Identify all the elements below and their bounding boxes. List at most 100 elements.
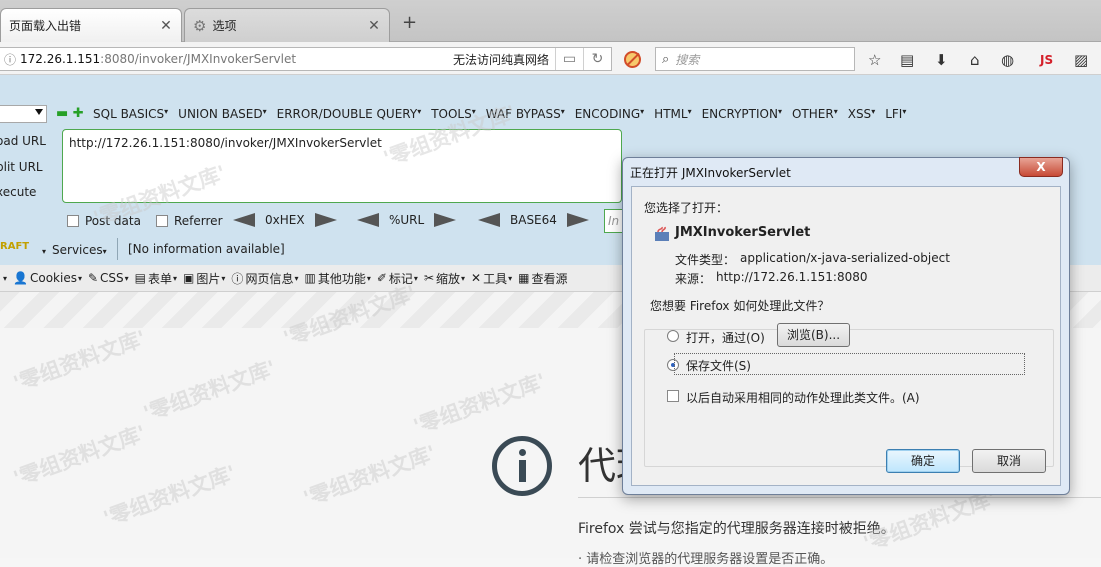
- arrow-right-icon[interactable]: [566, 213, 589, 227]
- devbar-item-forms[interactable]: ▤ 表单: [135, 270, 177, 287]
- devbar-label: 查看源: [531, 271, 568, 286]
- devbar-item-view-source[interactable]: ▦ 查看源: [518, 270, 568, 287]
- reload-icon[interactable]: ↻: [583, 48, 611, 70]
- checkbox[interactable]: [156, 215, 168, 227]
- chevron-down-icon: [35, 109, 43, 115]
- download-icon[interactable]: ⬇: [935, 51, 948, 69]
- arrow-right-icon[interactable]: [434, 213, 457, 227]
- marker-icon: ✐: [376, 271, 387, 285]
- block-icon[interactable]: [624, 51, 641, 68]
- menu-lfi[interactable]: LFI: [885, 107, 906, 121]
- devbar-item-css[interactable]: ✎ CSS: [88, 271, 129, 285]
- hackbar-select[interactable]: [0, 105, 47, 123]
- handling-question: 您想要 Firefox 如何处理此文件？: [650, 299, 830, 313]
- open-with-label[interactable]: 打开，通过(O): [686, 329, 765, 346]
- menu-error-double-query[interactable]: ERROR/DOUBLE QUERY: [277, 107, 422, 121]
- error-description: Firefox 尝试与您指定的代理服务器连接时被拒绝。: [578, 521, 895, 537]
- checkbox[interactable]: [67, 215, 79, 227]
- devbar-item-first[interactable]: [0, 274, 7, 283]
- info-icon[interactable]: ⓘ: [0, 51, 20, 68]
- bookmark-star-icon[interactable]: ☆: [868, 51, 881, 69]
- user-icon: 👤: [13, 271, 28, 285]
- devbar-label: 网页信息: [245, 271, 294, 286]
- close-button[interactable]: X: [1019, 157, 1063, 177]
- referrer-checkbox[interactable]: Referrer: [156, 214, 223, 228]
- close-icon[interactable]: ✕: [367, 18, 381, 34]
- bookmarks-menu-icon[interactable]: ▤: [900, 51, 914, 69]
- devbar-label: 图片: [196, 271, 221, 286]
- resize-icon: ✂: [423, 271, 434, 285]
- source-label: 来源：: [675, 272, 712, 286]
- cancel-button[interactable]: 取消: [972, 449, 1046, 473]
- devbar-item-resize[interactable]: ✂ 缩放: [424, 270, 465, 287]
- js-toggle[interactable]: JS: [1040, 53, 1053, 67]
- tab-load-error[interactable]: 页面载入出错 ✕: [0, 8, 182, 42]
- devbar-item-page-info[interactable]: ⓘ 网页信息: [231, 270, 298, 287]
- services-status: [No information available]: [117, 238, 285, 260]
- plus-minus-icon[interactable]: ▬ ✚: [56, 106, 84, 121]
- menu-encoding[interactable]: ENCODING: [575, 107, 644, 121]
- arrow-left-icon[interactable]: [357, 213, 379, 227]
- home-icon[interactable]: ⌂: [970, 51, 980, 69]
- referrer-label: Referrer: [174, 214, 223, 228]
- hackbar-url-textarea[interactable]: http://172.26.1.151:8080/invoker/JMXInvo…: [62, 129, 622, 203]
- post-data-checkbox[interactable]: Post data: [67, 214, 141, 228]
- image-icon: ▣: [183, 271, 195, 285]
- tab-options[interactable]: ⚙ 选项 ✕: [184, 8, 390, 42]
- raft-logo[interactable]: RAFT: [0, 241, 29, 252]
- url-bar[interactable]: ⓘ 172.26.1.151:8080/invoker/JMXInvokerSe…: [0, 47, 612, 71]
- pencil-icon: ✎: [87, 271, 99, 285]
- auto-action-label[interactable]: 以后自动采用相同的动作处理此类文件。(A): [686, 389, 920, 406]
- image-tool-icon[interactable]: ▨: [1074, 51, 1088, 69]
- services-menu[interactable]: ▾ Services▾: [42, 243, 107, 257]
- services-label: Services: [52, 243, 103, 257]
- info-circle-icon: [492, 436, 552, 496]
- chosen-label: 您选择了打开：: [644, 201, 729, 215]
- hex-encoder: 0xHEX: [233, 213, 337, 227]
- menu-union-based[interactable]: UNION BASED: [178, 107, 266, 121]
- file-type-label: 文件类型：: [675, 253, 736, 267]
- search-placeholder: 搜索: [675, 52, 700, 67]
- arrow-left-icon[interactable]: [478, 213, 500, 227]
- devbar-label: Cookies: [29, 271, 77, 285]
- arrow-left-icon[interactable]: [233, 213, 255, 227]
- ok-button[interactable]: 确定: [886, 449, 960, 473]
- nav-bar: ⓘ 172.26.1.151:8080/invoker/JMXInvokerSe…: [0, 42, 1101, 75]
- url-encode-label: %URL: [389, 213, 425, 227]
- arrow-right-icon[interactable]: [314, 213, 337, 227]
- url-encoder: %URL: [357, 213, 457, 227]
- menu-tools[interactable]: TOOLS: [431, 107, 476, 121]
- devbar-item-cookies[interactable]: 👤 Cookies: [13, 271, 82, 285]
- auto-action-checkbox[interactable]: [667, 390, 679, 402]
- menu-encryption[interactable]: ENCRYPTION: [702, 107, 782, 121]
- devbar-label: 标记: [388, 271, 413, 286]
- hackbar-menu: SQL BASICS UNION BASED ERROR/DOUBLE QUER…: [93, 107, 916, 121]
- close-icon[interactable]: ✕: [159, 18, 173, 34]
- menu-other[interactable]: OTHER: [792, 107, 838, 121]
- menu-sql-basics[interactable]: SQL BASICS: [93, 107, 168, 121]
- url-host: 172.26.1.151: [20, 52, 101, 66]
- devbar-item-misc[interactable]: ▥ 其他功能: [304, 270, 370, 287]
- search-icon: ⌕: [662, 51, 670, 67]
- devbar-label: 缩放: [436, 271, 461, 286]
- devbar-item-tools[interactable]: ✕ 工具: [471, 270, 512, 287]
- devbar-item-outline[interactable]: ✐ 标记: [377, 270, 418, 287]
- network-icon[interactable]: ▭: [555, 48, 583, 70]
- addon-icon[interactable]: ◍: [1001, 51, 1014, 69]
- search-input[interactable]: ⌕ 搜索: [655, 47, 855, 71]
- tools-icon: ✕: [471, 271, 482, 285]
- url-text[interactable]: 172.26.1.151:8080/invoker/JMXInvokerServ…: [20, 52, 453, 66]
- misc-icon: ▥: [304, 271, 316, 285]
- devbar-item-images[interactable]: ▣ 图片: [183, 270, 225, 287]
- save-file-label[interactable]: 保存文件(S): [686, 357, 751, 374]
- chevron-down-icon: ▾: [102, 247, 107, 256]
- open-with-radio[interactable]: [667, 330, 679, 342]
- execute-button[interactable]: xecute: [0, 185, 36, 199]
- load-url-button[interactable]: oad URL: [0, 134, 46, 148]
- split-url-button[interactable]: plit URL: [0, 160, 43, 174]
- menu-waf-bypass[interactable]: WAF BYPASS: [486, 107, 565, 121]
- menu-xss[interactable]: XSS: [848, 107, 875, 121]
- new-tab-icon[interactable]: +: [402, 12, 417, 33]
- menu-html[interactable]: HTML: [654, 107, 691, 121]
- browse-button[interactable]: 浏览(B)...: [777, 323, 850, 347]
